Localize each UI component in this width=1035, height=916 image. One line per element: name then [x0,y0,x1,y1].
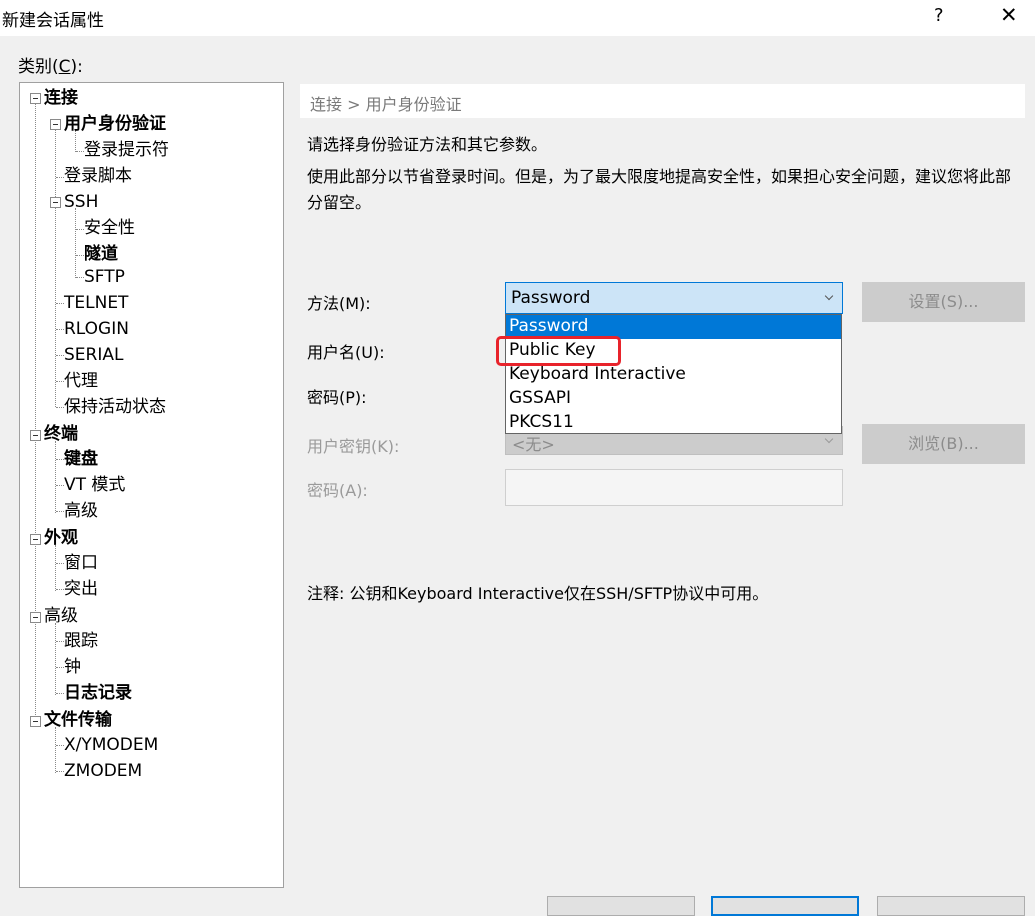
tree-item-tunnel[interactable]: 隧道 [84,244,118,264]
tree-guide-line [55,130,56,407]
tree-item-rlogin[interactable]: RLOGIN [64,319,129,339]
tree-connector [56,641,64,642]
dialog-default-button[interactable] [711,896,859,916]
dialog-button[interactable] [877,896,1025,916]
collapse-icon[interactable] [30,534,41,545]
tree-item-terminal-advanced[interactable]: 高级 [64,501,98,521]
method-label: 方法(M): [307,294,371,313]
tree-item-login-prompt[interactable]: 登录提示符 [84,140,169,160]
help-button[interactable]: ? [934,5,944,26]
method-dropdown-list[interactable]: Password Public Key Keyboard Interactive… [505,314,842,434]
category-label: 类别(C): [18,57,83,77]
settings-button: 设置(S)... [862,282,1025,322]
tree-item-serial[interactable]: SERIAL [64,345,123,365]
tree-connector [56,485,64,486]
tree-item-security[interactable]: 安全性 [84,218,135,238]
panel-header: 连接 > 用户身份验证 [300,84,1025,118]
password-label: 密码(P): [307,388,367,407]
tree-connector [56,177,64,178]
tree-guide-line [55,441,56,513]
tree-item-ssh[interactable]: SSH [64,192,98,212]
user-key-label: 用户密钥(K): [307,437,400,456]
close-button[interactable]: ✕ [1000,3,1018,27]
tree-connector [56,407,64,408]
tree-connector [76,255,84,256]
username-label: 用户名(U): [307,343,385,362]
tree-item-user-auth[interactable]: 用户身份验证 [64,114,166,134]
tree-connector [56,459,64,460]
tree-item-logging[interactable]: 日志记录 [64,683,132,703]
tree-guide-line [55,545,56,591]
tree-item-sftp[interactable]: SFTP [84,267,125,287]
tree-connector [76,277,84,278]
tree-item-highlight[interactable]: 突出 [64,579,98,599]
tree-connector [56,511,64,512]
passphrase-input [505,469,843,506]
method-select[interactable]: Password [505,282,843,314]
tree-item-proxy[interactable]: 代理 [64,371,98,391]
tree-item-terminal[interactable]: 终端 [44,424,78,444]
tree-connector [56,693,64,694]
category-tree[interactable]: 连接 用户身份验证 登录提示符 登录脚本 SSH 安全性 隧道 SFTP TEL… [19,82,284,888]
tree-guide-line [55,623,56,695]
method-option-gssapi[interactable]: GSSAPI [506,387,841,411]
tree-guide-line [55,727,56,773]
tree-item-advanced[interactable]: 高级 [44,606,78,626]
tree-connector [56,355,64,356]
tree-item-trace[interactable]: 跟踪 [64,631,98,651]
tree-item-zmodem[interactable]: ZMODEM [64,761,142,781]
tree-item-file-transfer[interactable]: 文件传输 [44,710,112,730]
tree-item-window[interactable]: 窗口 [64,553,98,573]
chevron-down-icon [824,434,834,444]
method-select-value: Password [511,288,591,308]
panel-description: 请选择身份验证方法和其它参数。 [307,135,548,154]
passphrase-label: 密码(A): [307,481,368,500]
collapse-icon[interactable] [50,119,61,130]
breadcrumb: 连接 > 用户身份验证 [310,95,462,114]
tree-connector [56,667,64,668]
tree-item-telnet[interactable]: TELNET [64,293,128,313]
tree-connector [76,151,84,152]
tree-connector [56,381,64,382]
tree-item-keyboard[interactable]: 键盘 [64,449,98,469]
dialog-button[interactable] [547,896,695,916]
panel-description-detail: 使用此部分以节省登录时间。但是，为了最大限度地提高安全性，如果担心安全问题，建议… [307,167,1012,212]
annotation-highlight-box [496,336,621,366]
tree-item-xymodem[interactable]: X/YMODEM [64,735,158,755]
tree-connector [56,329,64,330]
collapse-icon[interactable] [30,430,41,441]
tree-item-bell[interactable]: 钟 [64,657,81,677]
tree-item-connection[interactable]: 连接 [44,88,78,108]
tree-connector [56,589,64,590]
chevron-down-icon[interactable] [824,291,834,301]
collapse-icon[interactable] [30,93,41,104]
collapse-icon[interactable] [30,716,41,727]
tree-connector [56,563,64,564]
protocol-note: 注释: 公钥和Keyboard Interactive仅在SSH/SFTP协议中… [307,584,769,603]
method-option-pkcs11[interactable]: PKCS11 [506,411,841,435]
tree-item-login-script[interactable]: 登录脚本 [64,166,132,186]
tree-item-keepalive[interactable]: 保持活动状态 [64,397,166,417]
collapse-icon[interactable] [30,612,41,623]
tree-guide-line [35,104,36,723]
title-bar: 新建会话属性 ? ✕ [0,0,1035,36]
tree-item-appearance[interactable]: 外观 [44,528,78,548]
browse-button: 浏览(B)... [862,424,1025,464]
method-option-keyboard-interactive[interactable]: Keyboard Interactive [506,363,841,387]
tree-connector [56,745,64,746]
tree-connector [56,303,64,304]
collapse-icon[interactable] [50,197,61,208]
tree-connector [56,771,64,772]
tree-guide-line [75,208,76,278]
window-title: 新建会话属性 [2,11,104,31]
tree-item-vt-mode[interactable]: VT 模式 [64,475,125,495]
tree-connector [76,229,84,230]
